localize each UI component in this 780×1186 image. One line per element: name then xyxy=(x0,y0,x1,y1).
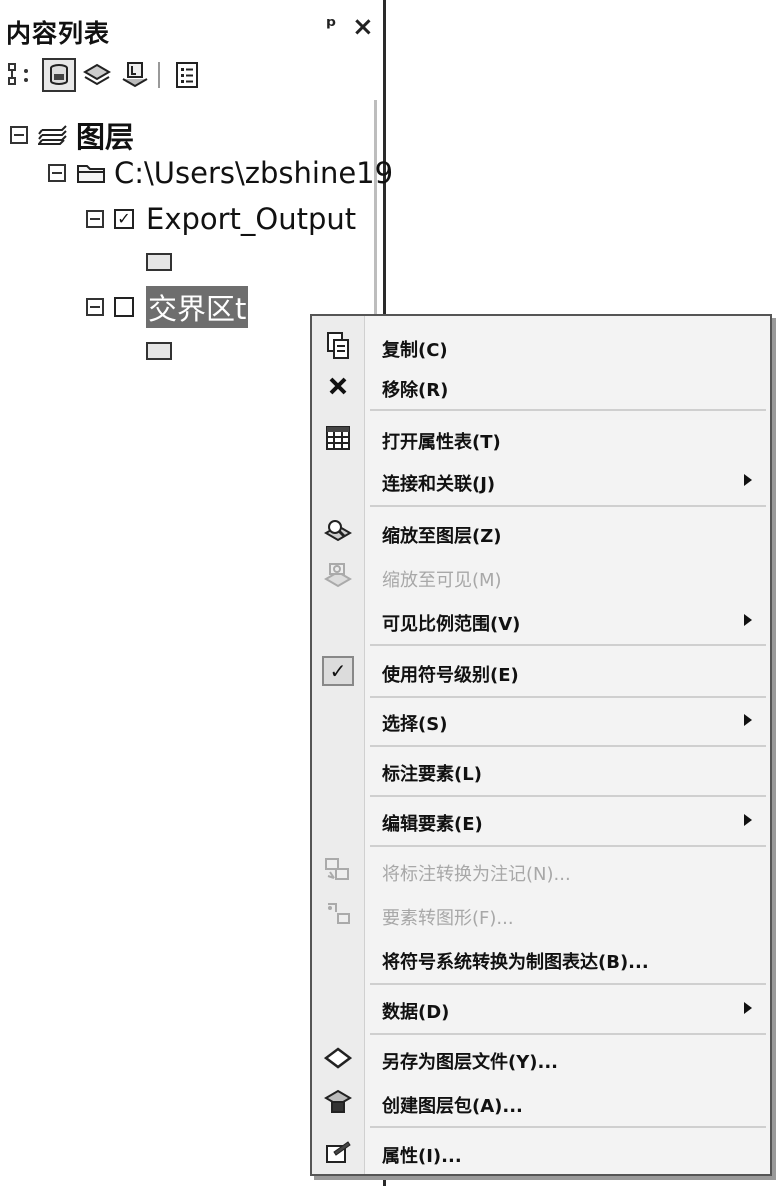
collapse-icon[interactable] xyxy=(48,164,66,182)
menu-label: 移除(R) xyxy=(382,380,449,401)
menu-item-create-layer-package[interactable]: 创建图层包(A)... xyxy=(312,1082,770,1122)
submenu-arrow-icon xyxy=(744,714,752,726)
menu-label: 将符号系统转换为制图表达(B)... xyxy=(382,952,649,973)
menu-item-data[interactable]: 数据(D) xyxy=(312,988,770,1028)
panel-title: 内容列表 xyxy=(6,19,111,48)
collapse-icon[interactable] xyxy=(86,298,104,316)
layer-label: Export_Output xyxy=(146,202,357,236)
zoom-to-layer-icon xyxy=(322,516,354,548)
menu-label: 标注要素(L) xyxy=(382,764,482,785)
menu-label: 选择(S) xyxy=(382,714,448,735)
layer-file-icon xyxy=(322,1042,354,1074)
collapse-icon[interactable] xyxy=(10,126,28,144)
list-by-selection-icon[interactable] xyxy=(118,58,152,92)
menu-item-convert-symbology-to-representation[interactable]: 将符号系统转换为制图表达(B)... xyxy=(312,938,770,978)
copy-icon xyxy=(322,330,354,362)
menu-label: 另存为图层文件(Y)... xyxy=(382,1052,559,1073)
checkmark-icon: ✓ xyxy=(322,655,354,687)
menu-item-selection[interactable]: 选择(S) xyxy=(312,700,770,740)
menu-label: 要素转图形(F)... xyxy=(382,908,514,929)
zoom-to-visible-icon xyxy=(322,560,354,592)
menu-label: 编辑要素(E) xyxy=(382,814,483,835)
menu-label: 连接和关联(J) xyxy=(382,474,496,495)
toc-toolbar xyxy=(4,56,374,98)
menu-item-joins-and-relates[interactable]: 连接和关联(J) xyxy=(312,460,770,500)
table-icon xyxy=(322,422,354,454)
menu-item-visible-scale-range[interactable]: 可见比例范围(V) xyxy=(312,600,770,640)
menu-label: 使用符号级别(E) xyxy=(382,665,519,686)
menu-label: 属性(I)... xyxy=(382,1146,462,1167)
menu-label: 打开属性表(T) xyxy=(382,432,501,453)
menu-item-properties[interactable]: 属性(I)... xyxy=(312,1132,770,1172)
layer-label-selected: 交界区t xyxy=(146,286,249,328)
remove-icon xyxy=(322,370,354,402)
menu-item-features-to-graphics[interactable]: 要素转图形(F)... xyxy=(312,894,770,934)
menu-item-label-features[interactable]: 标注要素(L) xyxy=(312,750,770,790)
tree-root-label: 图层 xyxy=(76,120,135,154)
tree-root-layers[interactable]: 图层 xyxy=(10,114,134,156)
tree-layer-selected[interactable]: 交界区t xyxy=(86,286,249,328)
list-by-source-icon[interactable] xyxy=(42,58,76,92)
menu-item-copy[interactable]: 复制(C) xyxy=(312,326,770,366)
layer-symbol-swatch[interactable] xyxy=(146,253,172,271)
layer-package-icon xyxy=(322,1086,354,1118)
menu-label: 创建图层包(A)... xyxy=(382,1096,523,1117)
submenu-arrow-icon xyxy=(744,614,752,626)
folder-path-label: C:\Users\zbshine19 xyxy=(114,156,394,190)
pin-icon[interactable]: ᵖ xyxy=(326,14,337,39)
layer-symbol-swatch[interactable] xyxy=(146,342,172,360)
submenu-arrow-icon xyxy=(744,474,752,486)
convert-labels-icon xyxy=(322,854,354,886)
menu-label: 缩放至可见(M) xyxy=(382,570,502,591)
menu-item-convert-labels-to-annotation[interactable]: 将标注转换为注记(N)... xyxy=(312,850,770,890)
menu-label: 将标注转换为注记(N)... xyxy=(382,864,571,885)
menu-item-edit-features[interactable]: 编辑要素(E) xyxy=(312,800,770,840)
menu-item-use-symbol-levels[interactable]: ✓ 使用符号级别(E) xyxy=(312,650,770,692)
menu-item-remove[interactable]: 移除(R) xyxy=(312,366,770,406)
list-by-visibility-icon[interactable] xyxy=(80,58,114,92)
menu-label: 复制(C) xyxy=(382,340,448,361)
menu-item-zoom-to-layer[interactable]: 缩放至图层(Z) xyxy=(312,512,770,552)
features-to-graphics-icon xyxy=(322,898,354,930)
folder-icon xyxy=(77,165,105,183)
layer-visibility-checkbox[interactable]: ✓ xyxy=(114,209,134,229)
tree-folder-row[interactable]: C:\Users\zbshine19 xyxy=(48,156,393,190)
close-icon[interactable]: × xyxy=(352,12,374,42)
layers-icon xyxy=(38,125,67,145)
properties-icon xyxy=(322,1136,354,1168)
menu-item-zoom-to-visible[interactable]: 缩放至可见(M) xyxy=(312,556,770,596)
list-by-drawing-order-icon[interactable] xyxy=(4,58,38,92)
collapse-icon[interactable] xyxy=(86,210,104,228)
menu-item-save-as-layer-file[interactable]: 另存为图层文件(Y)... xyxy=(312,1038,770,1078)
layer-visibility-checkbox[interactable] xyxy=(114,297,134,317)
tree-layer-export-output[interactable]: ✓ Export_Output xyxy=(86,202,356,236)
menu-label: 缩放至图层(Z) xyxy=(382,526,502,547)
menu-label: 数据(D) xyxy=(382,1002,450,1023)
submenu-arrow-icon xyxy=(744,814,752,826)
menu-label: 可见比例范围(V) xyxy=(382,614,521,635)
scrollbar-edge xyxy=(374,100,377,320)
options-icon[interactable] xyxy=(170,58,204,92)
submenu-arrow-icon xyxy=(744,1002,752,1014)
menu-item-open-attribute-table[interactable]: 打开属性表(T) xyxy=(312,418,770,458)
layer-context-menu: 复制(C) 移除(R) 打开属性表(T) 连接和关联(J) 缩放至图层(Z) 缩… xyxy=(310,314,772,1176)
